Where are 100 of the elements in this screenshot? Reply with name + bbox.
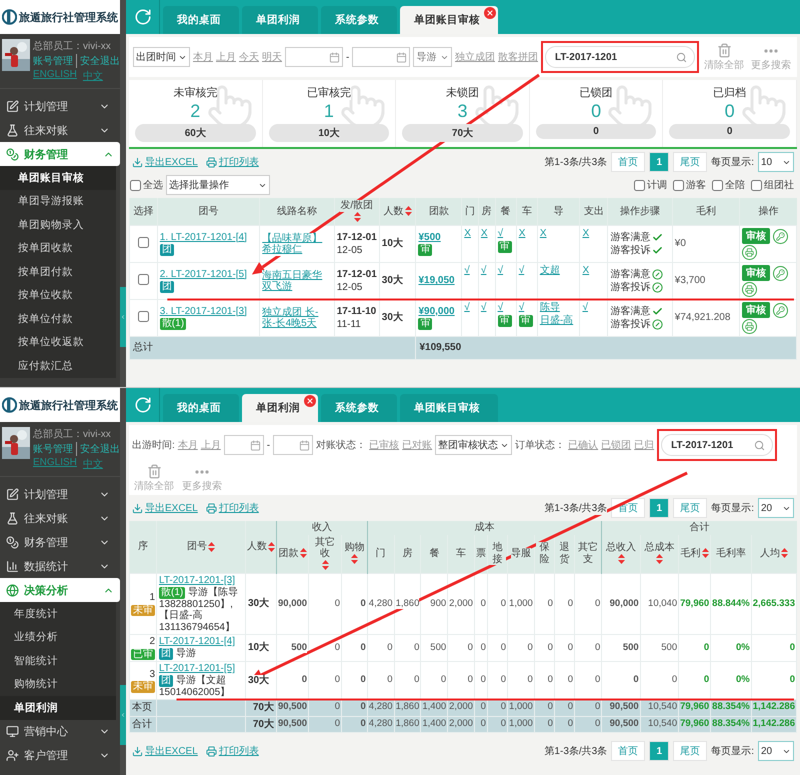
group-code-link[interactable]: 3. LT-2017-1201-[3] <box>160 306 247 318</box>
page-button[interactable]: 1 <box>649 152 670 172</box>
checkbox[interactable] <box>673 180 684 190</box>
sort-icon[interactable] <box>351 554 358 564</box>
stat-card[interactable]: 已锁团 0 0 <box>530 80 664 147</box>
route-link[interactable]: 【品味草原】希拉穆仁 <box>262 232 324 256</box>
nav-item[interactable]: 数据统计 <box>0 554 116 578</box>
clear-button[interactable]: 清除全部 <box>132 464 176 493</box>
filter-link[interactable]: 本月 <box>193 50 213 64</box>
submenu-item[interactable]: 按单团付款 <box>0 260 116 284</box>
export-link[interactable]: 导出EXCEL <box>132 744 198 758</box>
submenu-item[interactable]: 按单位收款 <box>0 284 116 307</box>
print-link[interactable]: 打印列表 <box>206 501 259 515</box>
first-page-button[interactable]: 首页 <box>611 152 646 172</box>
account-link[interactable]: 安全退出 <box>80 442 123 456</box>
sort-icon[interactable] <box>354 212 361 222</box>
page-size-select[interactable]: 10 <box>758 152 794 172</box>
tab[interactable]: 单团账目审核 <box>400 6 498 34</box>
route-link[interactable]: 海南五日豪华双飞游 <box>262 270 324 292</box>
collapse-handle[interactable] <box>120 287 126 347</box>
date-field[interactable] <box>352 47 410 67</box>
language-link[interactable]: ENGLISH <box>33 69 80 83</box>
nav-item[interactable]: 决策分析 <box>0 578 120 602</box>
nav-item[interactable]: 往来对账 <box>0 506 116 530</box>
nav-item[interactable]: 计划管理 <box>0 94 116 118</box>
account-link[interactable]: 账号管理 <box>33 54 77 68</box>
fee-link[interactable]: ¥500 <box>418 232 441 244</box>
cost-item-link[interactable]: √ <box>480 265 486 276</box>
cost-item-link[interactable]: √ <box>518 302 524 314</box>
row-checkbox[interactable] <box>138 274 149 285</box>
print-link[interactable]: 打印列表 <box>206 744 259 758</box>
tab[interactable]: 单团利润 <box>242 6 318 34</box>
filter-link[interactable]: 上月 <box>200 438 221 452</box>
submenu-item[interactable]: 业绩分析 <box>0 626 116 649</box>
cost-item-link[interactable]: √ <box>464 265 470 276</box>
search-input[interactable]: LT-2017-1201 <box>669 438 752 452</box>
cost-item-link[interactable]: √ <box>498 302 504 314</box>
language-link[interactable]: 中文 <box>82 69 106 83</box>
filter-link[interactable]: 已确认 <box>568 438 598 452</box>
collapse-handle[interactable] <box>120 685 126 745</box>
nav-item[interactable]: 计划管理 <box>0 482 116 506</box>
nav-item[interactable]: 往来对账 <box>0 118 116 142</box>
date-type-select[interactable]: 出团时间 <box>133 47 190 67</box>
cost-item-link[interactable]: X <box>582 265 590 276</box>
search-box[interactable]: LT-2017-1201 <box>545 46 695 68</box>
date-field[interactable] <box>224 435 264 455</box>
submenu-item[interactable]: 按单位付款 <box>0 307 116 330</box>
cost-item-link[interactable]: √ <box>582 302 588 314</box>
close-icon[interactable] <box>484 7 496 19</box>
last-page-button[interactable]: 尾页 <box>673 152 708 172</box>
submenu-item[interactable]: 购物统计 <box>0 672 116 696</box>
sort-icon[interactable] <box>656 554 664 564</box>
filter-link[interactable]: 明天 <box>262 50 282 64</box>
key-icon[interactable] <box>773 266 788 280</box>
cost-item-link[interactable]: √ <box>498 265 504 276</box>
sort-icon[interactable] <box>618 554 625 564</box>
tab[interactable]: 系统参数 <box>321 394 397 422</box>
language-link[interactable]: 中文 <box>82 457 106 471</box>
cost-item-link[interactable]: √ <box>480 302 486 314</box>
filter-link[interactable]: 已锁团 <box>601 438 632 452</box>
submenu-item[interactable]: 单团导游报账 <box>0 190 116 213</box>
cost-item-link[interactable]: 日盛-高 <box>540 314 574 326</box>
page-button[interactable]: 1 <box>649 498 670 518</box>
clear-button[interactable]: 清除全部 <box>702 42 746 72</box>
filter-link[interactable]: 今天 <box>239 50 259 64</box>
first-page-button[interactable]: 首页 <box>611 741 646 761</box>
print-link[interactable]: 打印列表 <box>206 155 259 169</box>
filter-link[interactable]: 已归 <box>634 438 654 452</box>
stat-card[interactable]: 已审核完 1 10大 <box>262 80 396 147</box>
tab[interactable]: 单团账目审核 <box>400 394 498 422</box>
checkbox[interactable] <box>130 180 141 190</box>
submenu-item[interactable]: 单团利润 <box>0 696 116 720</box>
cost-item-link[interactable]: X <box>518 228 526 240</box>
group-code-link[interactable]: LT-2017-1201-[4] <box>159 636 235 648</box>
nav-item[interactable]: 客户管理 <box>0 744 116 768</box>
export-link[interactable]: 导出EXCEL <box>132 155 198 169</box>
stat-card[interactable]: 未锁团 3 70大 <box>396 80 530 147</box>
last-page-button[interactable]: 尾页 <box>673 498 708 518</box>
filter-link[interactable]: 散客拼团 <box>498 50 538 64</box>
last-page-button[interactable]: 尾页 <box>673 741 708 761</box>
checkbox[interactable] <box>634 180 645 190</box>
print-icon[interactable] <box>742 245 758 260</box>
date-field[interactable] <box>285 47 343 67</box>
cost-item-link[interactable]: X <box>464 228 471 240</box>
cost-item-link[interactable]: 陈导 <box>540 302 560 314</box>
nav-item[interactable]: 财务管理 <box>0 142 120 166</box>
batch-action-select[interactable]: 选择批量操作 <box>166 175 270 195</box>
submenu-item[interactable]: 按单团收款 <box>0 236 116 260</box>
tab[interactable]: 单团利润 <box>242 394 318 422</box>
search-box[interactable]: LT-2017-1201 <box>661 434 774 456</box>
cost-item-link[interactable]: X <box>480 228 488 240</box>
fee-link[interactable]: ¥19,050 <box>418 275 455 287</box>
filter-link[interactable]: 已对账 <box>402 438 432 452</box>
date-field[interactable] <box>273 435 314 455</box>
nav-item[interactable]: 营销中心 <box>0 720 116 744</box>
sort-icon[interactable] <box>322 560 330 570</box>
page-button[interactable]: 1 <box>649 741 670 761</box>
filter-link[interactable]: 本月 <box>178 438 198 452</box>
tab[interactable]: 系统参数 <box>321 6 397 34</box>
cost-item-link[interactable]: √ <box>518 265 524 276</box>
